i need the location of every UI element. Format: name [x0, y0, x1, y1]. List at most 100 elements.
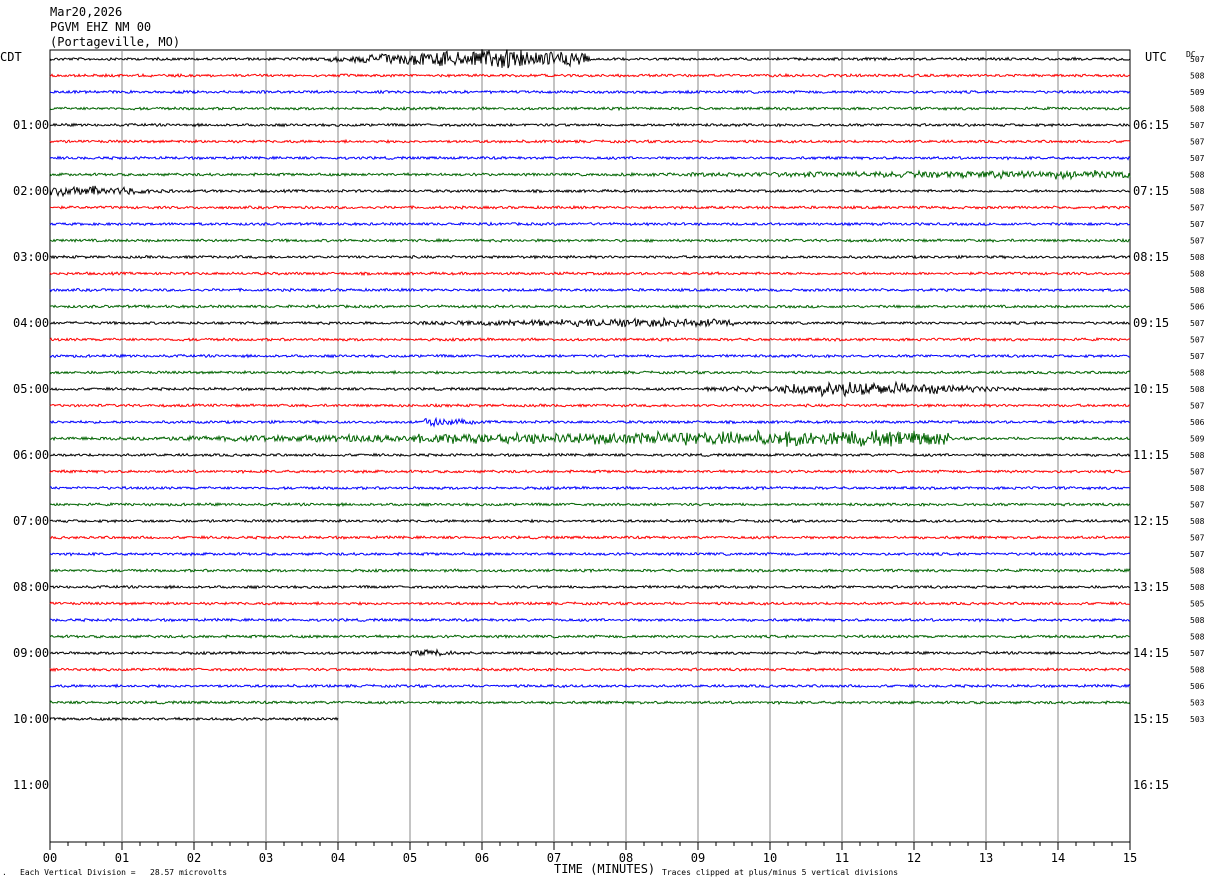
- seismic-trace: [49, 169, 1131, 181]
- hour-label-utc: 15:15: [1133, 712, 1169, 726]
- dc-offset-label: 506: [1190, 303, 1205, 312]
- dc-offset-label: 507: [1190, 649, 1205, 658]
- seismic-trace: [49, 221, 1131, 227]
- helicorder-plot: Mar20,2026 PGVM EHZ NM 00 (Portageville,…: [0, 5, 1205, 879]
- dc-offset-label: 507: [1190, 138, 1205, 147]
- dc-offset-label: 507: [1190, 336, 1205, 345]
- seismic-trace: [50, 452, 1131, 458]
- seismic-trace: [49, 303, 1131, 309]
- dc-offset-label: 507: [1190, 237, 1205, 246]
- hour-label-utc: 13:15: [1133, 580, 1169, 594]
- dc-offset-label: 503: [1190, 715, 1205, 724]
- dc-offset-label: 508: [1190, 666, 1205, 675]
- dc-offset-label: 507: [1190, 55, 1205, 64]
- seismic-trace: [49, 485, 1130, 491]
- dc-offset-label: 507: [1190, 534, 1205, 543]
- x-tick-label: 00: [43, 851, 57, 865]
- seismic-trace: [49, 204, 1131, 210]
- hour-label-utc: 09:15: [1133, 316, 1169, 330]
- dc-offset-label: 508: [1190, 484, 1205, 493]
- hour-label-cdt: 09:00: [13, 646, 49, 660]
- dc-offset-label: 508: [1190, 583, 1205, 592]
- seismic-trace: [49, 316, 1131, 329]
- dc-offset-label: 507: [1190, 402, 1205, 411]
- seismic-trace: [49, 270, 1131, 277]
- seismic-trace: [49, 617, 1131, 623]
- dc-offset-label: 508: [1190, 253, 1205, 262]
- dc-offset-label: 507: [1190, 468, 1205, 477]
- plot-frame: [49, 49, 1131, 843]
- hour-label-utc: 10:15: [1133, 382, 1169, 396]
- seismic-trace: [49, 185, 1131, 198]
- x-tick-label: 15: [1123, 851, 1137, 865]
- seismic-trace: [49, 49, 1131, 69]
- x-tick-label: 05: [403, 851, 417, 865]
- hour-label-cdt: 02:00: [13, 184, 49, 198]
- x-tick-label: 11: [835, 851, 849, 865]
- seismic-trace: [49, 155, 1131, 161]
- dc-offset-label: 507: [1190, 550, 1205, 559]
- hour-label-cdt: 08:00: [13, 580, 49, 594]
- seismic-trace: [49, 336, 1131, 343]
- seismic-trace: [49, 287, 1131, 293]
- hour-label-cdt: 05:00: [13, 382, 49, 396]
- dc-offset-label: 507: [1190, 220, 1205, 229]
- seismic-trace: [49, 633, 1131, 640]
- seismic-trace: [49, 122, 1131, 128]
- dc-offset-label: 509: [1190, 435, 1205, 444]
- dc-offset-label: 505: [1190, 600, 1205, 609]
- corner-mark: ·: [2, 870, 7, 879]
- dc-offset-label: 507: [1190, 501, 1205, 510]
- seismic-trace: [49, 138, 1131, 144]
- hour-label-utc: 06:15: [1133, 118, 1169, 132]
- seismic-trace: [49, 380, 1131, 398]
- hour-label-cdt: 10:00: [13, 712, 49, 726]
- dc-offset-label: 508: [1190, 187, 1205, 196]
- x-tick-label: 04: [331, 851, 345, 865]
- right-timezone-label: UTC: [1145, 50, 1167, 64]
- left-timezone-label: CDT: [0, 50, 22, 64]
- dc-offset-label: 508: [1190, 72, 1205, 81]
- x-tick-label: 03: [259, 851, 273, 865]
- dc-offset-label: 508: [1190, 451, 1205, 460]
- dc-offset-label: 507: [1190, 319, 1205, 328]
- seismic-trace: [49, 237, 1131, 244]
- hour-label-cdt: 03:00: [13, 250, 49, 264]
- hour-label-cdt: 01:00: [13, 118, 49, 132]
- dc-offset-label: 508: [1190, 385, 1205, 394]
- seismic-trace: [49, 683, 1131, 689]
- hour-label-utc: 14:15: [1133, 646, 1169, 660]
- dc-offset-label: 508: [1190, 171, 1205, 180]
- seismic-trace: [49, 105, 1131, 112]
- dc-offset-label: 507: [1190, 121, 1205, 130]
- dc-offset-label: 507: [1190, 154, 1205, 163]
- seismic-trace: [49, 89, 1131, 95]
- seismic-trace: [49, 353, 1131, 359]
- dc-offset-label: 508: [1190, 517, 1205, 526]
- dc-offset-label: 503: [1190, 699, 1205, 708]
- seismic-trace: [49, 501, 1131, 508]
- x-tick-label: 02: [187, 851, 201, 865]
- x-tick-label: 06: [475, 851, 489, 865]
- seismic-trace: [49, 518, 1131, 524]
- seismic-trace: [49, 468, 1131, 475]
- hour-label-utc: 16:15: [1133, 778, 1169, 792]
- hour-label-cdt: 06:00: [13, 448, 49, 462]
- seismic-trace: [49, 72, 1131, 79]
- x-tick-label: 10: [763, 851, 777, 865]
- location-label: (Portageville, MO): [50, 35, 180, 49]
- hour-label-utc: 12:15: [1133, 514, 1169, 528]
- vertical-division-note: Each Vertical Division = 28.57 microvolt…: [20, 868, 227, 877]
- hour-label-utc: 07:15: [1133, 184, 1169, 198]
- seismic-trace: [49, 567, 1131, 574]
- dc-offset-label: 506: [1190, 682, 1205, 691]
- seismic-trace: [49, 402, 1131, 409]
- dc-offset-label: 508: [1190, 270, 1205, 279]
- seismic-trace: [49, 699, 1131, 706]
- x-tick-label: 13: [979, 851, 993, 865]
- seismic-trace: [49, 600, 1131, 606]
- hour-label-cdt: 07:00: [13, 514, 49, 528]
- dc-offset-label: 507: [1190, 352, 1205, 361]
- x-tick-label: 01: [115, 851, 129, 865]
- dc-offset-label: 509: [1190, 88, 1205, 97]
